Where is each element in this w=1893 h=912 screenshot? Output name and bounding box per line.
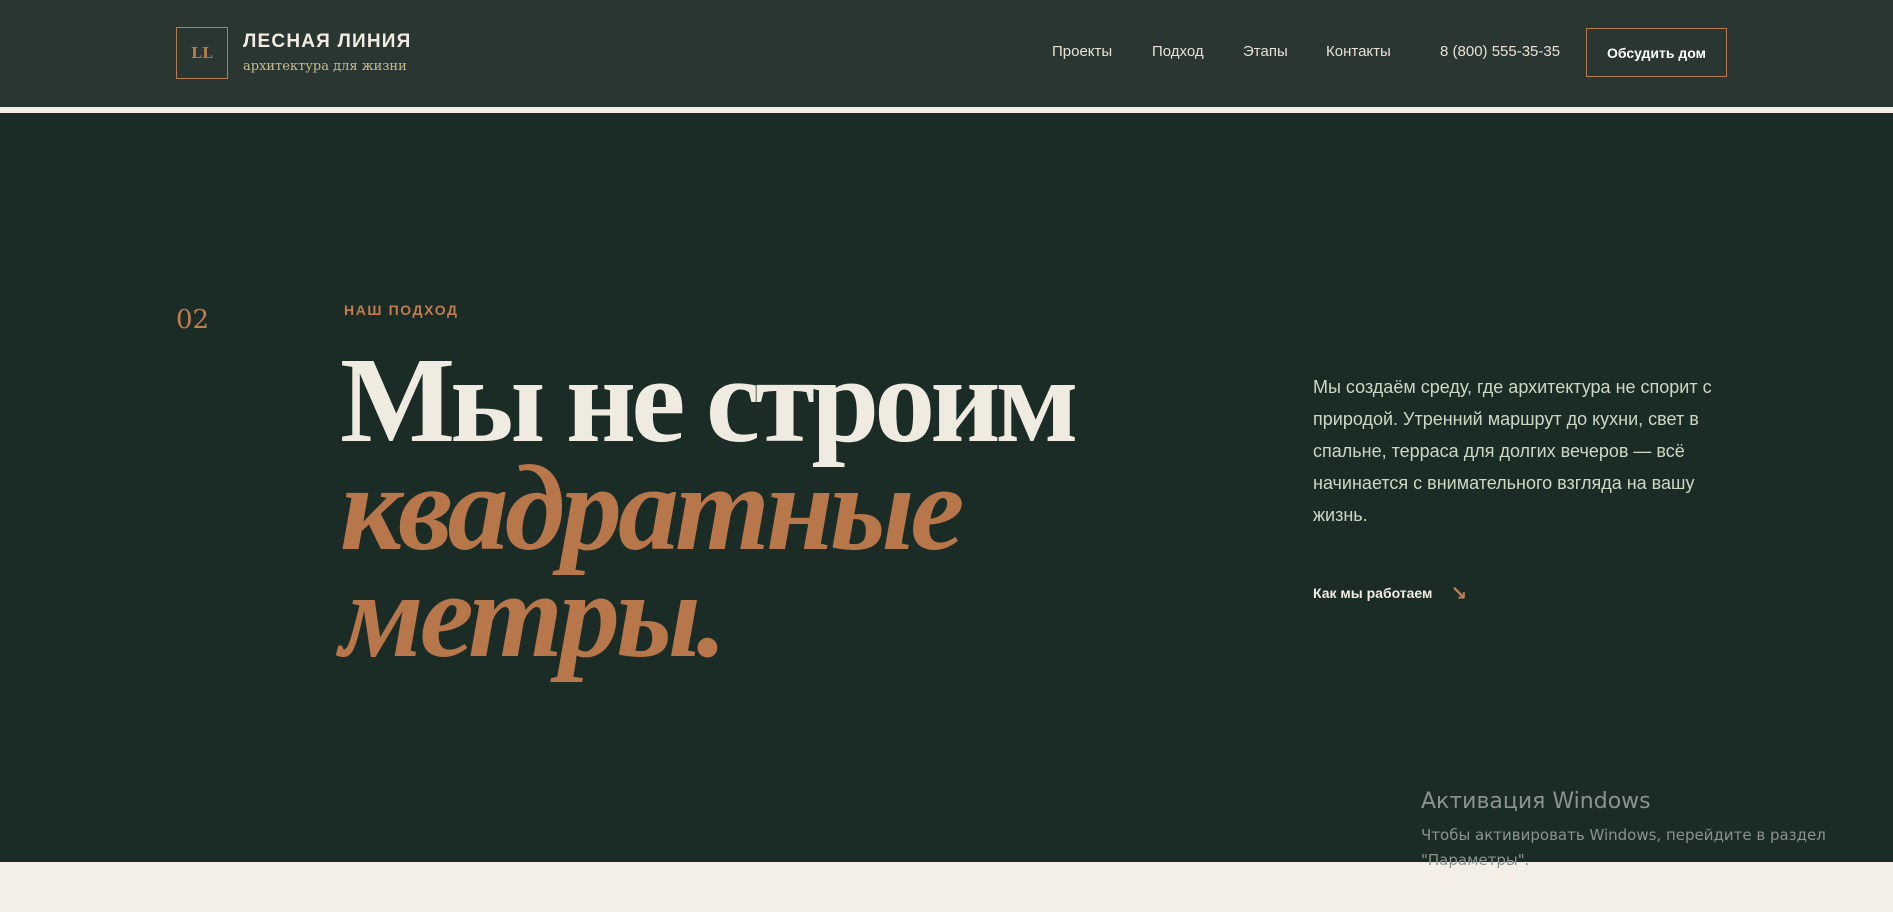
logo-monogram[interactable]: LL	[176, 27, 228, 79]
site-header: LL ЛЕСНАЯ ЛИНИЯ архитектура для жизни Пр…	[0, 0, 1893, 107]
nav-link-projects[interactable]: Проекты	[1052, 43, 1112, 60]
brand-tagline: архитектура для жизни	[243, 59, 407, 74]
section-description: Мы создаём среду, где архитектура не спо…	[1313, 377, 1712, 525]
arrow-down-right-icon: ↘	[1450, 581, 1468, 605]
windows-activation-subtitle: Чтобы активировать Windows, перейдите в …	[1421, 826, 1826, 869]
section-number: 02	[176, 305, 210, 335]
windows-activation-title: Активация Windows	[1421, 789, 1651, 814]
discuss-house-button[interactable]: Обсудить дом	[1586, 28, 1727, 77]
headline-line-3: метры.	[340, 548, 727, 683]
section-eyebrow: НАШ ПОДХОД	[344, 302, 459, 318]
brand-name[interactable]: ЛЕСНАЯ ЛИНИЯ	[243, 31, 412, 53]
nav-link-approach[interactable]: Подход	[1152, 43, 1204, 60]
nav-link-stages[interactable]: Этапы	[1243, 43, 1288, 60]
how-we-work-link[interactable]: Как мы работаем ↘	[1313, 583, 1467, 603]
nav-link-contacts[interactable]: Контакты	[1326, 43, 1391, 60]
phone-link[interactable]: 8 (800) 555-35-35	[1440, 43, 1560, 60]
how-we-work-label: Как мы работаем	[1313, 585, 1433, 601]
